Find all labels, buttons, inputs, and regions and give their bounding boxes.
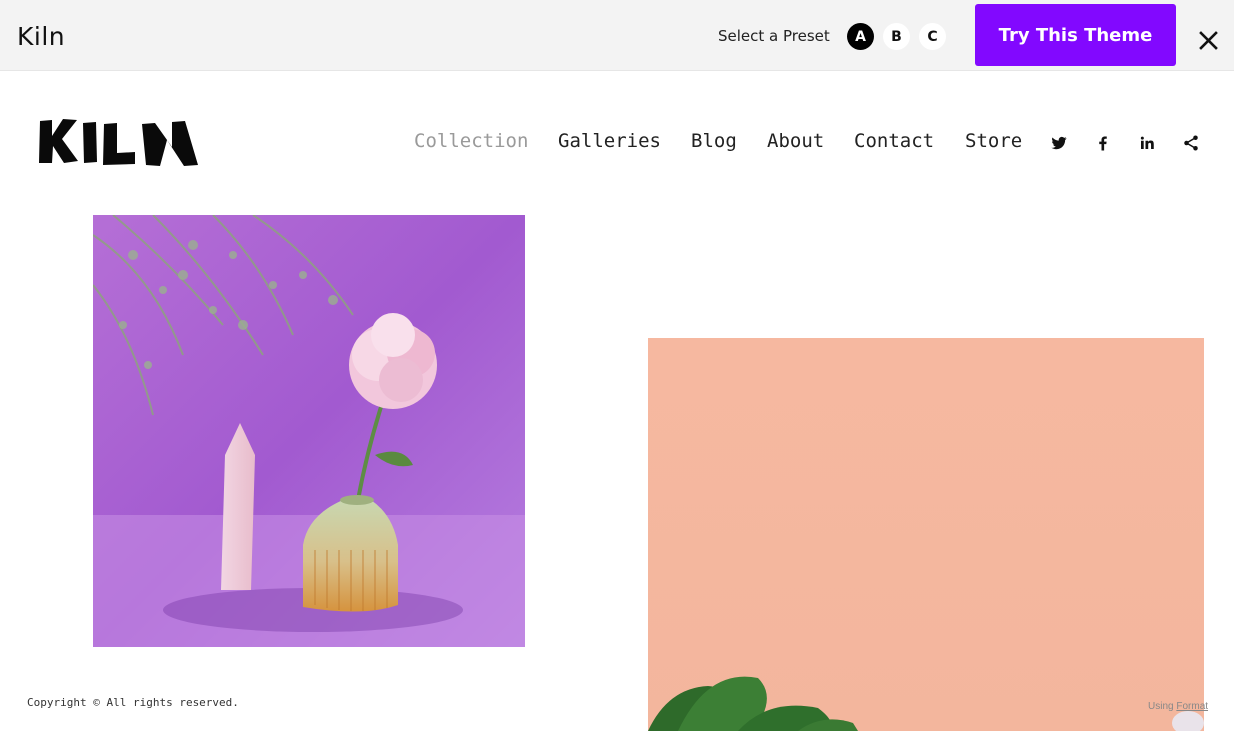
nav-galleries[interactable]: Galleries <box>558 130 661 152</box>
close-icon[interactable] <box>1196 28 1221 53</box>
theme-preview-bar: Kiln Select a Preset A B C Try This Them… <box>0 0 1234 71</box>
powered-by-label: Using <box>1148 701 1174 712</box>
preset-label: Select a Preset <box>718 27 830 45</box>
try-this-theme-button[interactable]: Try This Theme <box>975 4 1176 66</box>
share-icon[interactable] <box>1182 134 1200 152</box>
preset-c-button[interactable]: C <box>919 23 946 50</box>
kiln-logo[interactable] <box>38 117 200 169</box>
linkedin-icon[interactable] <box>1138 134 1156 152</box>
nav-store[interactable]: Store <box>965 130 1022 152</box>
preset-b-button[interactable]: B <box>883 23 910 50</box>
nav-collection[interactable]: Collection <box>414 130 528 152</box>
purple-vase-peony-photo[interactable] <box>93 215 525 647</box>
powered-by: Using Format <box>1148 701 1208 712</box>
nav-contact[interactable]: Contact <box>854 130 934 152</box>
nav-about[interactable]: About <box>767 130 824 152</box>
twitter-icon[interactable] <box>1050 134 1068 152</box>
facebook-icon[interactable] <box>1094 134 1112 152</box>
nav-blog[interactable]: Blog <box>691 130 737 152</box>
copyright-text: Copyright © All rights reserved. <box>27 696 239 709</box>
format-link[interactable]: Format <box>1176 701 1208 712</box>
preset-a-button[interactable]: A <box>847 23 874 50</box>
theme-name: Kiln <box>17 22 66 51</box>
peach-background-plant-photo[interactable] <box>648 338 1204 731</box>
